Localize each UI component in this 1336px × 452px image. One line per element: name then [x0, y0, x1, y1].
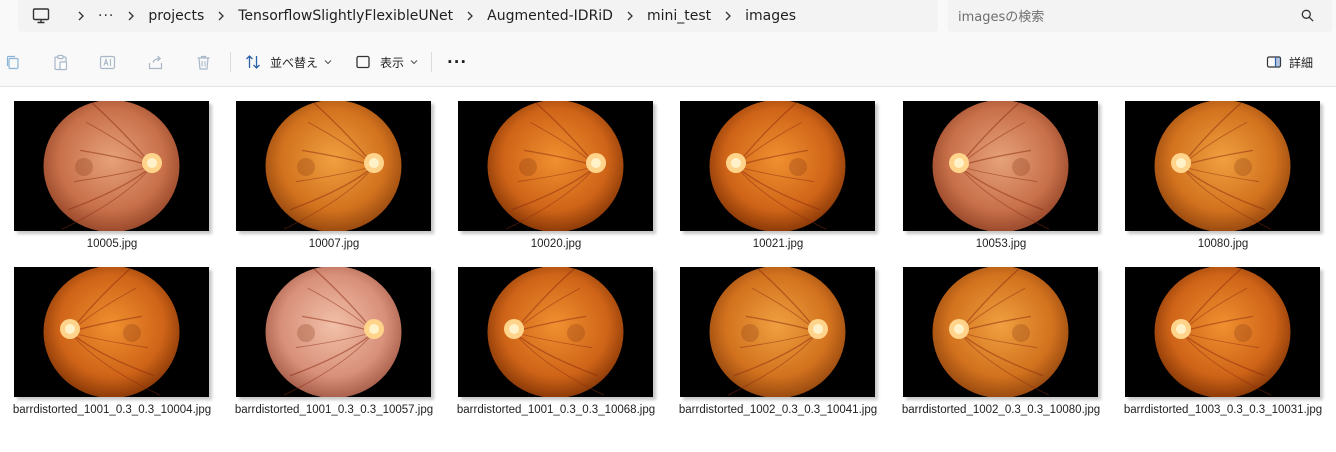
file-item[interactable]: barrdistorted_1001_0.3_0.3_10068.jpg: [457, 267, 664, 427]
chevron-down-icon: [324, 60, 332, 65]
file-thumbnail[interactable]: [458, 101, 653, 231]
search-input[interactable]: [956, 5, 1290, 29]
file-item[interactable]: barrdistorted_1003_0.3_0.3_10031.jpg: [1124, 267, 1331, 427]
file-item[interactable]: barrdistorted_1001_0.3_0.3_10057.jpg: [235, 267, 442, 427]
retina-image: [14, 101, 209, 231]
file-name: barrdistorted_1001_0.3_0.3_10068.jpg: [456, 404, 656, 416]
breadcrumb-augmented-idrid[interactable]: Augmented-IDRiD: [487, 8, 613, 24]
sort-icon: [246, 55, 260, 69]
file-name: barrdistorted_1001_0.3_0.3_10057.jpg: [234, 404, 434, 416]
chevron-right-icon[interactable]: [453, 11, 487, 21]
file-item[interactable]: barrdistorted_1002_0.3_0.3_10080.jpg: [902, 267, 1109, 427]
retina-image: [458, 101, 653, 231]
chevron-right-icon[interactable]: [114, 11, 148, 21]
chevron-right-icon[interactable]: [64, 11, 98, 21]
view-button[interactable]: 表示: [355, 50, 418, 74]
toolbar-divider: [431, 52, 432, 72]
trash-icon: [197, 55, 209, 70]
chevron-right-icon[interactable]: [204, 11, 238, 21]
file-name: barrdistorted_1003_0.3_0.3_10031.jpg: [1123, 404, 1323, 416]
file-item[interactable]: 10080.jpg: [1125, 101, 1331, 261]
breadcrumb-images[interactable]: images: [745, 8, 796, 24]
copy-icon: [6, 55, 19, 69]
file-thumbnail[interactable]: [236, 267, 431, 397]
view-label: 表示: [380, 55, 405, 70]
file-name: 10005.jpg: [86, 238, 138, 250]
file-name: 10021.jpg: [752, 238, 804, 250]
toolbar-divider: [230, 52, 231, 72]
paste-button[interactable]: [50, 52, 70, 72]
file-name: 10020.jpg: [530, 238, 582, 250]
view-icon: [356, 55, 370, 69]
retina-image: [236, 267, 431, 397]
file-item[interactable]: 10053.jpg: [903, 101, 1109, 261]
file-item[interactable]: barrdistorted_1002_0.3_0.3_10041.jpg: [679, 267, 886, 427]
retina-image: [680, 267, 875, 397]
file-grid: 10005.jpg 10007.jpg 10020.jpg 10021.jpg …: [0, 87, 1336, 452]
file-item[interactable]: 10007.jpg: [236, 101, 442, 261]
file-item[interactable]: 10020.jpg: [458, 101, 664, 261]
copy-button[interactable]: [2, 52, 22, 72]
file-name: barrdistorted_1002_0.3_0.3_10080.jpg: [901, 404, 1101, 416]
paste-icon: [53, 54, 67, 70]
retina-image: [1125, 101, 1320, 231]
share-button[interactable]: [145, 52, 165, 72]
file-name: 10080.jpg: [1197, 238, 1249, 250]
file-thumbnail[interactable]: [14, 101, 209, 231]
retina-image: [1125, 267, 1320, 397]
command-bar: 並べ替え 表示 ··· 詳細: [0, 38, 1336, 87]
file-name: 10053.jpg: [975, 238, 1027, 250]
sort-button[interactable]: 並べ替え: [245, 50, 332, 74]
this-pc-icon[interactable]: [32, 7, 50, 25]
retina-image: [236, 101, 431, 231]
file-thumbnail[interactable]: [680, 101, 875, 231]
chevron-right-icon[interactable]: [613, 11, 647, 21]
file-thumbnail[interactable]: [236, 101, 431, 231]
sort-label: 並べ替え: [270, 55, 319, 70]
search-box[interactable]: [948, 0, 1332, 32]
file-name: barrdistorted_1002_0.3_0.3_10041.jpg: [678, 404, 878, 416]
breadcrumb-projects[interactable]: projects: [148, 8, 204, 24]
chevron-right-icon[interactable]: [711, 11, 745, 21]
details-pane-button[interactable]: 詳細: [1266, 50, 1313, 74]
search-icon[interactable]: [1301, 9, 1314, 22]
file-thumbnail[interactable]: [458, 267, 653, 397]
retina-image: [903, 267, 1098, 397]
address-bar-row: ··· projects TensorflowSlightlyFlexibleU…: [0, 0, 1336, 38]
retina-image: [458, 267, 653, 397]
file-thumbnail[interactable]: [1125, 267, 1320, 397]
share-icon: [148, 55, 162, 69]
file-thumbnail[interactable]: [680, 267, 875, 397]
file-item[interactable]: 10005.jpg: [14, 101, 220, 261]
retina-image: [680, 101, 875, 231]
file-item[interactable]: 10021.jpg: [680, 101, 886, 261]
details-pane-icon: [1266, 56, 1282, 68]
file-thumbnail[interactable]: [1125, 101, 1320, 231]
rename-button[interactable]: [97, 52, 117, 72]
chevron-down-icon: [410, 60, 418, 65]
file-name: barrdistorted_1001_0.3_0.3_10004.jpg: [12, 404, 212, 416]
retina-image: [14, 267, 209, 397]
more-options-button[interactable]: ···: [447, 50, 467, 74]
file-item[interactable]: barrdistorted_1001_0.3_0.3_10004.jpg: [13, 267, 220, 427]
file-thumbnail[interactable]: [903, 101, 1098, 231]
retina-image: [903, 101, 1098, 231]
rename-icon: [99, 55, 115, 69]
details-label: 詳細: [1289, 55, 1314, 70]
file-thumbnail[interactable]: [903, 267, 1098, 397]
breadcrumb-unet[interactable]: TensorflowSlightlyFlexibleUNet: [238, 8, 453, 24]
address-bar[interactable]: ··· projects TensorflowSlightlyFlexibleU…: [18, 0, 938, 32]
breadcrumb-overflow[interactable]: ···: [98, 8, 114, 24]
breadcrumb-mini-test[interactable]: mini_test: [647, 8, 711, 24]
delete-button[interactable]: [193, 52, 213, 72]
file-name: 10007.jpg: [308, 238, 360, 250]
file-thumbnail[interactable]: [14, 267, 209, 397]
